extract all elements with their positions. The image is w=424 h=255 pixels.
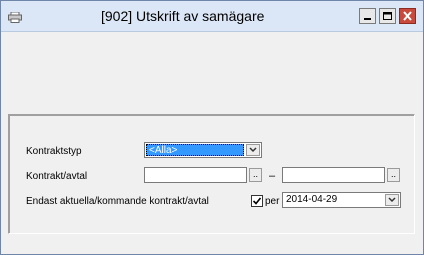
empty-top-area (8, 41, 416, 105)
kontrakt-to-input[interactable] (282, 167, 385, 183)
dialog-window: [902] Utskrift av samägare Kontraktstyp … (0, 0, 424, 255)
close-icon (403, 11, 412, 21)
minimize-icon (364, 18, 371, 20)
check-icon (252, 197, 262, 205)
title-bar[interactable]: [902] Utskrift av samägare (1, 1, 423, 32)
per-label: per (265, 196, 280, 207)
kontrakt-to-browse-button[interactable]: .. (387, 168, 400, 182)
kontraktstyp-value: <Alla> (146, 144, 244, 156)
window-title: [902] Utskrift av samägare (101, 8, 265, 24)
chevron-down-icon[interactable] (246, 144, 260, 156)
per-date-value: 2014-04-29 (286, 194, 338, 205)
chevron-down-icon[interactable] (385, 194, 399, 206)
kontraktstyp-select[interactable]: <Alla> (144, 142, 262, 158)
kontrakt-from-input[interactable] (144, 167, 247, 183)
maximize-icon (383, 12, 392, 20)
maximize-button[interactable] (379, 8, 396, 24)
endast-label: Endast aktuella/kommande kontrakt/avtal (26, 196, 209, 207)
endast-checkbox[interactable] (251, 195, 263, 207)
minimize-button[interactable] (359, 8, 376, 24)
kontraktstyp-label: Kontraktstyp (26, 146, 82, 157)
kontrakt-label: Kontrakt/avtal (26, 171, 88, 182)
close-button[interactable] (399, 8, 416, 24)
per-date-picker[interactable]: 2014-04-29 (282, 192, 401, 208)
printer-icon (8, 10, 22, 23)
kontrakt-from-browse-button[interactable]: .. (249, 168, 262, 182)
range-dash: – (269, 170, 276, 182)
